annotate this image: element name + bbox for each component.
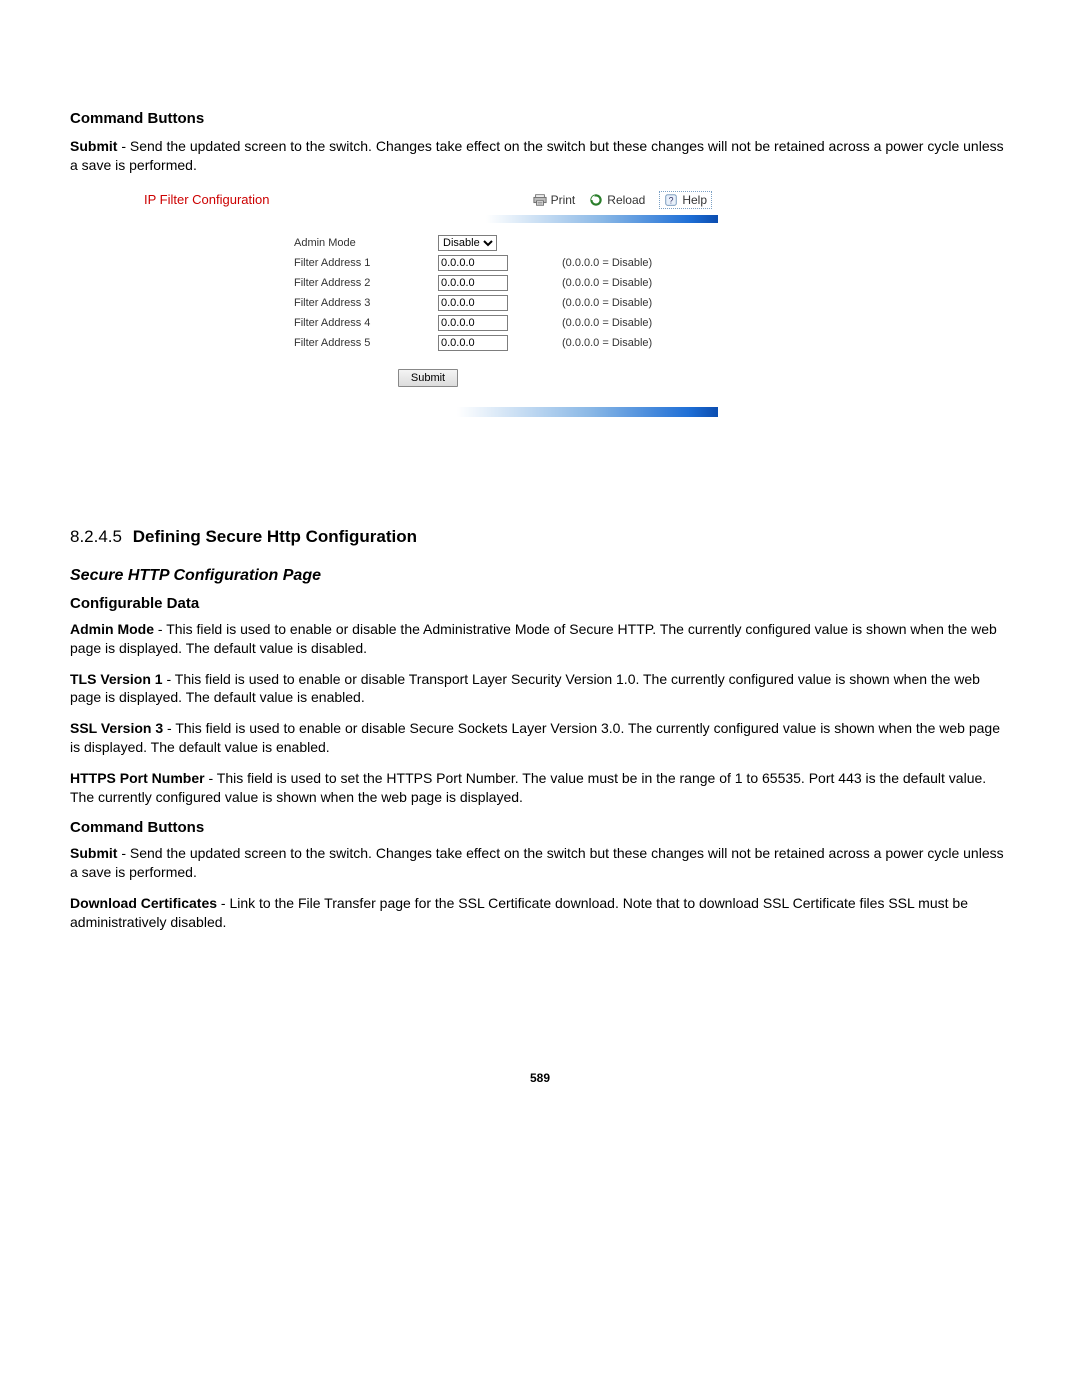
header-divider [138, 215, 718, 223]
print-label: Print [551, 193, 576, 207]
panel-action-links: Print Reload ? Help [533, 191, 712, 209]
admin-mode-desc: Admin Mode - This field is used to enabl… [70, 620, 1010, 658]
field-desc: - This field is used to enable or disabl… [70, 621, 997, 656]
help-link[interactable]: ? Help [659, 191, 712, 209]
section-number: 8.2.4.5 [70, 527, 122, 546]
filter-address-row: Filter Address 1 (0.0.0.0 = Disable) [138, 253, 718, 273]
page-number: 589 [70, 1071, 1010, 1085]
filter-address-row: Filter Address 5 (0.0.0.0 = Disable) [138, 333, 718, 353]
form-area: Admin Mode Disable Filter Address 1 (0.0… [138, 233, 718, 391]
filter-address-row: Filter Address 2 (0.0.0.0 = Disable) [138, 273, 718, 293]
filter-address-label: Filter Address 3 [138, 297, 438, 309]
filter-address-row: Filter Address 3 (0.0.0.0 = Disable) [138, 293, 718, 313]
command-buttons-heading-top: Command Buttons [70, 110, 1010, 127]
field-desc: - This field is used to enable or disabl… [70, 720, 1000, 755]
https-port-desc: HTTPS Port Number - This field is used t… [70, 769, 1010, 807]
section-heading: 8.2.4.5 Defining Secure Http Configurati… [70, 527, 1010, 547]
panel-header: IP Filter Configuration Print Reload [138, 187, 718, 215]
field-desc: - This field is used to enable or disabl… [70, 671, 980, 706]
field-name: TLS Version 1 [70, 671, 163, 687]
configurable-data-heading: Configurable Data [70, 595, 1010, 612]
filter-address-label: Filter Address 2 [138, 277, 438, 289]
submit-description-top: Submit - Send the updated screen to the … [70, 137, 1010, 175]
field-name: SSL Version 3 [70, 720, 163, 736]
filter-address-label: Filter Address 5 [138, 337, 438, 349]
download-certificates-label: Download Certificates [70, 895, 217, 911]
reload-icon [589, 193, 603, 207]
filter-address-row: Filter Address 4 (0.0.0.0 = Disable) [138, 313, 718, 333]
submit-desc-text-top: - Send the updated screen to the switch.… [70, 138, 1004, 173]
print-link[interactable]: Print [533, 193, 576, 207]
submit-description-bottom: Submit - Send the updated screen to the … [70, 844, 1010, 882]
command-buttons-heading-bottom: Command Buttons [70, 819, 1010, 836]
reload-link[interactable]: Reload [589, 193, 645, 207]
filter-address-hint: (0.0.0.0 = Disable) [538, 297, 652, 309]
panel-title: IP Filter Configuration [144, 192, 533, 207]
ip-filter-config-panel: IP Filter Configuration Print Reload [138, 187, 718, 417]
admin-mode-label: Admin Mode [138, 237, 438, 249]
filter-address-2-input[interactable] [438, 275, 508, 291]
filter-address-4-input[interactable] [438, 315, 508, 331]
printer-icon [533, 193, 547, 207]
field-desc: - This field is used to set the HTTPS Po… [70, 770, 986, 805]
filter-address-hint: (0.0.0.0 = Disable) [538, 337, 652, 349]
admin-mode-row: Admin Mode Disable [138, 233, 718, 253]
help-label: Help [682, 193, 707, 207]
filter-address-hint: (0.0.0.0 = Disable) [538, 257, 652, 269]
tls-v1-desc: TLS Version 1 - This field is used to en… [70, 670, 1010, 708]
section-title: Defining Secure Http Configuration [133, 527, 417, 546]
reload-label: Reload [607, 193, 645, 207]
filter-address-3-input[interactable] [438, 295, 508, 311]
filter-address-hint: (0.0.0.0 = Disable) [538, 277, 652, 289]
ssl-v3-desc: SSL Version 3 - This field is used to en… [70, 719, 1010, 757]
help-icon: ? [664, 193, 678, 207]
submit-label-top: Submit [70, 138, 117, 154]
filter-address-hint: (0.0.0.0 = Disable) [538, 317, 652, 329]
filter-address-label: Filter Address 4 [138, 317, 438, 329]
filter-address-1-input[interactable] [438, 255, 508, 271]
filter-address-label: Filter Address 1 [138, 257, 438, 269]
submit-button[interactable]: Submit [398, 369, 458, 387]
field-name: Admin Mode [70, 621, 154, 637]
svg-text:?: ? [669, 195, 674, 205]
submit-label-bottom: Submit [70, 845, 117, 861]
submit-desc-text-bottom: - Send the updated screen to the switch.… [70, 845, 1004, 880]
page-subtitle: Secure HTTP Configuration Page [70, 567, 1010, 585]
field-name: HTTPS Port Number [70, 770, 205, 786]
footer-divider [138, 407, 718, 417]
filter-address-5-input[interactable] [438, 335, 508, 351]
download-certificates-description: Download Certificates - Link to the File… [70, 894, 1010, 932]
admin-mode-select[interactable]: Disable [438, 235, 497, 251]
